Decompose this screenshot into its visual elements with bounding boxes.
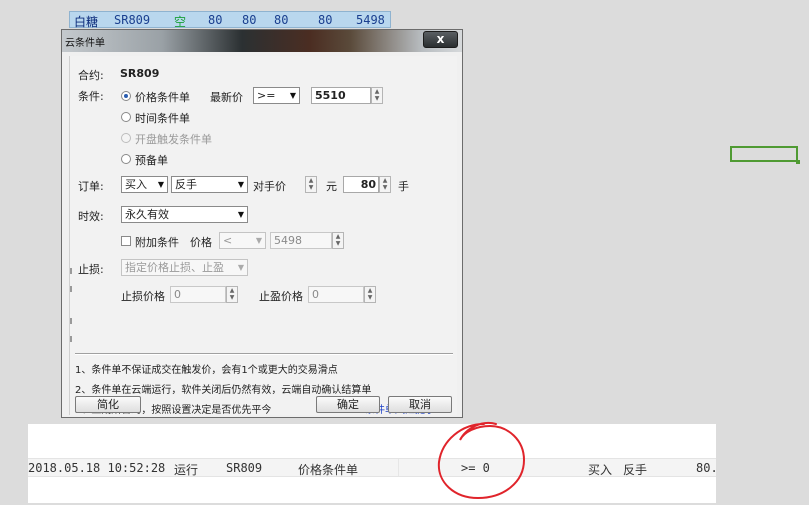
side-select[interactable]: 买入 ▼ [121, 176, 168, 193]
side-value: 买入 [125, 178, 147, 191]
validity-value: 永久有效 [125, 208, 169, 221]
border-tick [70, 336, 72, 342]
stop-loss-price-input[interactable]: 0 [170, 286, 226, 303]
simplify-button[interactable]: 简化 [75, 396, 141, 413]
extra-price-input[interactable]: 5498 [270, 232, 332, 249]
close-button[interactable]: x [423, 31, 458, 48]
order-label: 订单: [78, 180, 104, 193]
take-profit-price-label: 止盈价格 [259, 290, 303, 303]
extra-price-stepper[interactable]: ▲ ▼ [332, 232, 344, 249]
stop-label: 止损: [78, 263, 104, 276]
take-profit-price-stepper[interactable]: ▲ ▼ [364, 286, 376, 303]
note-1: 1、条件单不保证成交在触发价，会有1个或更大的交易滑点 [75, 365, 338, 376]
quote-code: SR809 [114, 13, 151, 27]
red-annotation-circle [437, 422, 526, 500]
trigger-price-stepper[interactable]: ▲ ▼ [371, 87, 383, 104]
operator-value: >= [257, 89, 276, 102]
dialog-body: 合约: SR809 条件: 价格条件单 最新价 >= ▼ 5510 ▲ ▼ 时间条… [69, 56, 457, 416]
order-code: SR809 [226, 461, 263, 475]
contract-value: SR809 [120, 67, 160, 80]
condition-label: 条件: [78, 90, 104, 103]
chevron-down-icon: ▼ [237, 210, 244, 219]
note-2: 2、条件单在云端运行，软件关闭后仍然有效，云端自动确认结算单 [75, 385, 372, 396]
stop-type-select[interactable]: 指定价格止损、止盈 ▼ [121, 259, 248, 276]
validity-select[interactable]: 永久有效 ▼ [121, 206, 248, 223]
radio-time-condition[interactable] [121, 112, 131, 122]
price-condition-label: 价格条件单 [135, 91, 190, 104]
quote-name: 白糖 [74, 15, 99, 29]
order-price: 80. [696, 461, 716, 475]
quote-value: 80 [274, 13, 289, 27]
order-time: 2018.05.18 10:52:28 [28, 461, 166, 475]
quote-value: 80 [208, 13, 223, 27]
lots-input[interactable]: 80 [343, 176, 379, 193]
radio-preset-order[interactable] [121, 154, 131, 164]
extra-condition-checkbox[interactable] [121, 236, 131, 246]
quote-value: 80 [318, 13, 333, 27]
chevron-down-icon: ▼ [237, 263, 244, 272]
radio-price-condition[interactable] [121, 91, 131, 101]
open-trigger-condition-label: 开盘触发条件单 [135, 133, 212, 146]
confirm-button[interactable]: 确定 [316, 396, 380, 413]
quote-direction: 空 [174, 15, 187, 29]
time-condition-label: 时间条件单 [135, 112, 190, 125]
yuan-label: 元 [326, 180, 337, 193]
divider [75, 353, 453, 355]
validity-label: 时效: [78, 210, 104, 223]
order-type: 价格条件单 [298, 463, 359, 477]
border-tick [70, 286, 72, 292]
order-open-close: 反手 [623, 463, 648, 477]
order-status: 运行 [174, 463, 199, 477]
price-offset-stepper[interactable]: ▲ ▼ [305, 176, 317, 193]
lots-unit-label: 手 [398, 180, 409, 193]
dialog-title: 云条件单 [65, 38, 105, 49]
stop-loss-price-stepper[interactable]: ▲ ▼ [226, 286, 238, 303]
stop-type-value: 指定价格止损、止盈 [125, 261, 224, 274]
open-close-select[interactable]: 反手 ▼ [171, 176, 248, 193]
radio-open-trigger-condition[interactable] [121, 133, 131, 143]
extra-condition-label: 附加条件 [135, 236, 179, 249]
extra-operator-value: < [223, 234, 233, 247]
quote-strip[interactable]: 白糖 SR809 空 80 80 80 80 5498 [69, 11, 391, 29]
column-separator [398, 459, 399, 476]
extra-price-label: 价格 [190, 236, 212, 249]
order-side: 买入 [588, 463, 613, 477]
chevron-down-icon: ▼ [289, 91, 296, 100]
stop-loss-price-label: 止损价格 [121, 290, 165, 303]
open-close-value: 反手 [175, 178, 197, 191]
table-row[interactable]: 2018.05.18 10:52:28 运行 SR809 价格条件单 >= 0 … [28, 458, 716, 477]
preset-order-label: 预备单 [135, 154, 168, 167]
chevron-down-icon: ▼ [237, 180, 244, 189]
contract-label: 合约: [78, 69, 104, 82]
operator-select[interactable]: >= ▼ [253, 87, 300, 104]
border-tick [70, 318, 72, 324]
order-list-panel: 2018.05.18 10:52:28 运行 SR809 价格条件单 >= 0 … [28, 424, 716, 503]
extra-operator-select[interactable]: < ▼ [219, 232, 266, 249]
quote-price: 5498 [356, 13, 385, 27]
quote-value: 80 [242, 13, 257, 27]
chevron-down-icon: ▼ [157, 180, 164, 189]
green-selection-marker [730, 146, 800, 164]
trigger-price-input[interactable]: 5510 [311, 87, 371, 104]
take-profit-price-input[interactable]: 0 [308, 286, 364, 303]
dialog-titlebar[interactable]: 云条件单 x [62, 30, 462, 52]
cancel-button[interactable]: 取消 [388, 396, 452, 413]
latest-price-label: 最新价 [210, 91, 243, 104]
counter-price-label: 对手价 [253, 180, 286, 193]
chevron-down-icon: ▼ [255, 236, 262, 245]
lots-stepper[interactable]: ▲ ▼ [379, 176, 391, 193]
cloud-condition-order-dialog: 云条件单 x 合约: SR809 条件: 价格条件单 最新价 >= ▼ 5510… [61, 29, 463, 418]
border-tick [70, 268, 72, 274]
